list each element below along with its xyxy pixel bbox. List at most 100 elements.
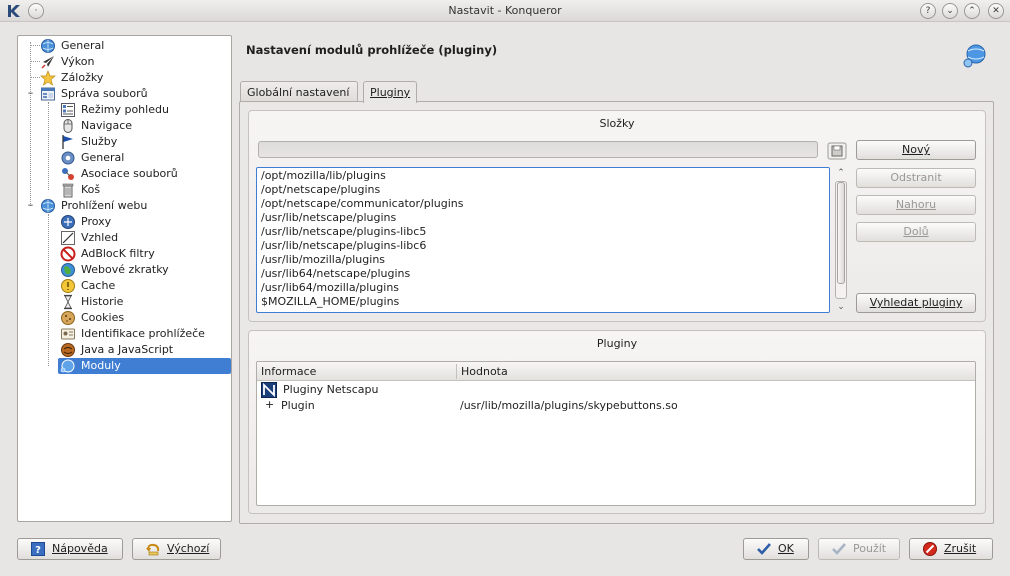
web-shortcuts-icon — [61, 263, 75, 277]
list-item[interactable]: /usr/lib64/netscape/plugins — [261, 267, 410, 281]
button-label: OK — [778, 542, 794, 555]
list-item[interactable]: /usr/lib/netscape/plugins-libc5 — [261, 225, 426, 239]
tree-item-label: Cookies — [81, 311, 125, 324]
maximize-button[interactable]: ⌃ — [964, 3, 980, 19]
tree-item-label: Historie — [81, 295, 124, 308]
tree-item-label: Identifikace prohlížeče — [81, 327, 205, 340]
cache-icon — [61, 279, 75, 293]
tree-item-browser-identification[interactable]: Identifikace prohlížeče — [60, 326, 230, 342]
button-label: Zrušit — [944, 542, 977, 555]
close-button[interactable]: ✕ — [988, 3, 1004, 19]
tree-item-general[interactable]: General — [40, 38, 230, 54]
java-icon — [61, 343, 75, 357]
svg-text:?: ? — [35, 545, 41, 556]
list-item[interactable]: /usr/lib/mozilla/plugins — [261, 253, 385, 267]
scan-plugins-button[interactable]: Vyhledat pluginy — [856, 293, 976, 313]
collapse-icon[interactable]: – — [26, 199, 35, 210]
mouse-icon — [63, 119, 73, 133]
tree-item-performance[interactable]: Výkon — [40, 54, 230, 70]
tree-item-label: Proxy — [81, 215, 112, 228]
tree-item-label: Java a JavaScript — [81, 343, 174, 356]
list-item[interactable]: /opt/netscape/plugins — [261, 183, 380, 197]
table-row[interactable]: Pluginy Netscapu — [261, 382, 961, 398]
folder-path-input[interactable] — [258, 141, 818, 158]
tree-item-plugins[interactable]: Moduly — [58, 358, 231, 374]
tree-item-bookmarks[interactable]: Záložky — [40, 70, 230, 86]
tree-item-proxy[interactable]: Proxy — [60, 214, 230, 230]
tree-item-label: Výkon — [61, 55, 95, 68]
scroll-down-icon[interactable]: ⌄ — [834, 301, 848, 313]
tree-item-services[interactable]: Služby — [60, 134, 230, 150]
tree-item-file-management[interactable]: Správa souborů — [40, 86, 230, 102]
column-header-info[interactable]: Informace — [261, 365, 316, 378]
scroll-up-icon[interactable]: ⌃ — [834, 167, 848, 179]
flag-icon — [62, 135, 73, 149]
tree-item-label: Moduly — [81, 359, 121, 372]
tree-item-navigation[interactable]: Navigace — [60, 118, 230, 134]
folder-list[interactable]: /opt/mozilla/lib/plugins /opt/netscape/p… — [256, 167, 830, 313]
minimize-button[interactable]: ⌄ — [942, 3, 958, 19]
move-up-button[interactable]: Nahoru — [856, 195, 976, 215]
tree-line — [30, 61, 40, 62]
folder-list-scrollbar[interactable]: ⌃ ⌄ — [834, 167, 848, 313]
move-down-button[interactable]: Dolů — [856, 222, 976, 242]
table-row[interactable]: + Plugin /usr/lib/mozilla/plugins/skypeb… — [261, 398, 971, 414]
tree-item-appearance[interactable]: Vzhled — [60, 230, 230, 246]
tree-item-web-shortcuts[interactable]: Webové zkratky — [60, 262, 230, 278]
tree-item-cookies[interactable]: Cookies — [60, 310, 230, 326]
tree-item-label: General — [61, 39, 105, 52]
settings-tree[interactable]: – – General Výkon Záložky Správa souborů… — [17, 35, 232, 522]
ok-button[interactable]: OK — [743, 538, 809, 560]
proxy-icon — [61, 215, 75, 229]
button-label: Dolů — [903, 225, 929, 238]
tree-item-adblock[interactable]: AdBlocK filtry — [60, 246, 230, 262]
remove-folder-button[interactable]: Odstranit — [856, 168, 976, 188]
button-label: Výchozí — [167, 542, 210, 555]
tree-item-java-javascript[interactable]: Java a JavaScript — [60, 342, 230, 358]
list-item[interactable]: /usr/lib/netscape/plugins — [261, 211, 396, 225]
apply-button[interactable]: Použít — [818, 538, 900, 560]
tree-item-label: Navigace — [81, 119, 133, 132]
list-item[interactable]: /usr/lib64/mozilla/plugins — [261, 281, 399, 295]
checkmark-icon — [757, 543, 771, 555]
folder-browse-icon[interactable] — [827, 142, 847, 160]
appearance-icon — [61, 231, 75, 245]
tree-item-general-fm[interactable]: General — [60, 150, 230, 166]
tree-item-label: Režimy pohledu — [81, 103, 169, 116]
list-item[interactable]: /usr/lib/netscape/plugins-libc6 — [261, 239, 426, 253]
tree-line — [48, 214, 49, 366]
cookie-icon — [61, 311, 75, 325]
globe-icon — [41, 199, 55, 213]
tree-item-trash[interactable]: Koš — [60, 182, 230, 198]
tree-line — [48, 102, 49, 190]
plugin-icon — [60, 359, 75, 373]
tree-item-web-browsing[interactable]: Prohlížení webu — [40, 198, 230, 214]
collapse-icon[interactable]: – — [26, 87, 35, 98]
list-item[interactable]: /opt/netscape/communicator/plugins — [261, 197, 464, 211]
undo-icon — [146, 543, 160, 556]
tab-label: Globální nastavení — [247, 86, 350, 99]
tree-item-history[interactable]: Historie — [60, 294, 230, 310]
expand-icon[interactable]: + — [265, 398, 274, 411]
tab-global-settings[interactable]: Globální nastavení — [240, 81, 358, 102]
help-title-button[interactable]: ? — [920, 3, 936, 19]
tree-item-view-modes[interactable]: Režimy pohledu — [60, 102, 230, 118]
tree-line — [30, 45, 40, 46]
table-header: Informace Hodnota — [257, 362, 975, 381]
tab-plugins[interactable]: Pluginy — [363, 81, 417, 103]
new-folder-button[interactable]: Nový — [856, 140, 976, 160]
scrollbar-thumb[interactable] — [837, 182, 845, 284]
list-item[interactable]: /opt/mozilla/lib/plugins — [261, 169, 386, 183]
plugins-tree-table[interactable]: Informace Hodnota Pluginy Netscapu + Plu… — [256, 361, 976, 506]
tree-line — [30, 77, 40, 78]
column-header-value[interactable]: Hodnota — [461, 365, 508, 378]
scrollbar-track[interactable] — [835, 181, 847, 299]
tree-item-file-associations[interactable]: Asociace souborů — [60, 166, 230, 182]
plugin-icon — [963, 44, 986, 68]
list-item[interactable]: $MOZILLA_HOME/plugins — [261, 295, 399, 309]
help-button[interactable]: ? Nápověda — [17, 538, 123, 560]
button-label: Použít — [853, 542, 887, 555]
cancel-button[interactable]: Zrušit — [909, 538, 993, 560]
tree-item-cache[interactable]: Cache — [60, 278, 230, 294]
defaults-button[interactable]: Výchozí — [132, 538, 221, 560]
